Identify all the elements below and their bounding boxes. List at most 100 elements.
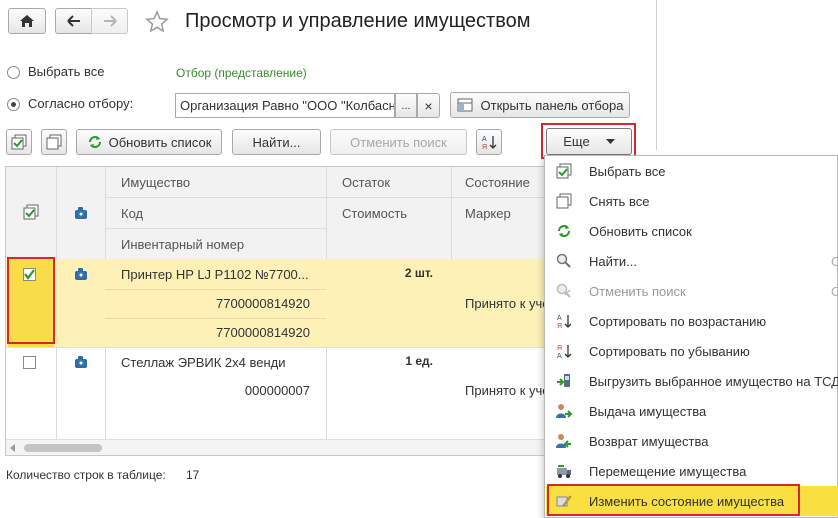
menu-item-return-property[interactable]: Возврат имущества	[546, 426, 838, 456]
filter-value-text: Организация Равно "ООО "Колбасн	[180, 98, 394, 113]
menu-item-label: Выгрузить выбранное имущество на ТСД	[589, 373, 838, 389]
table: Имущество Код Инвентарный номер Остаток …	[5, 166, 550, 456]
refresh-icon	[558, 225, 570, 237]
menu-item-label: Сортировать по возрастанию	[589, 313, 767, 329]
svg-text:А: А	[557, 315, 562, 322]
row-property-name[interactable]: Принтер HP LJ P1102 №7700...	[121, 267, 321, 282]
filter-panel-icon	[457, 98, 473, 112]
forward-button[interactable]	[91, 8, 128, 34]
back-button[interactable]	[55, 8, 92, 34]
arrow-left-icon	[66, 15, 80, 27]
uncheck-all-button[interactable]	[41, 129, 67, 155]
header-check-icon[interactable]	[23, 204, 39, 220]
refresh-label: Обновить список	[108, 134, 212, 150]
home-button[interactable]	[8, 8, 46, 34]
menu-item-label: Найти...	[589, 253, 637, 269]
select-all-icon	[556, 163, 572, 179]
favorite-star-icon[interactable]	[145, 10, 169, 34]
svg-text:Я: Я	[557, 323, 562, 329]
menu-item-find[interactable]: Найти... C	[546, 246, 838, 276]
header-balance[interactable]: Остаток	[342, 175, 390, 190]
filter-choose-button[interactable]: ...	[395, 93, 417, 118]
row-code: 000000007	[244, 383, 310, 398]
menu-item-shortcut: C	[831, 283, 838, 299]
more-button-highlight	[541, 123, 636, 159]
clear-icon: ×	[424, 97, 433, 114]
horizontal-scrollbar[interactable]	[6, 439, 549, 455]
by-filter-radio[interactable]	[7, 98, 20, 111]
menu-item-deselect-all[interactable]: Снять все	[546, 186, 838, 216]
move-property-icon	[557, 465, 571, 478]
cancel-search-icon	[556, 283, 571, 298]
menu-item-label: Снять все	[589, 193, 650, 209]
export-tsd-icon	[557, 374, 570, 387]
filter-clear-button[interactable]: ×	[417, 93, 440, 118]
sort-asc-icon: АЯ	[557, 315, 572, 329]
row-marker: Принято к уче	[465, 296, 550, 311]
menu-item-sort-asc[interactable]: АЯ Сортировать по возрастанию	[546, 306, 838, 336]
deselect-all-icon	[46, 134, 62, 150]
row-checkbox[interactable]	[23, 356, 36, 369]
menu-item-cancel-search[interactable]: Отменить поиск C	[546, 276, 838, 306]
menu-item-export-tsd[interactable]: Выгрузить выбранное имущество на ТСД	[546, 366, 838, 396]
search-icon	[556, 253, 571, 268]
row-balance: 1 ед.	[405, 354, 433, 368]
photo-icon	[75, 268, 87, 280]
header-marker[interactable]: Маркер	[465, 206, 511, 221]
select-all-label[interactable]: Выбрать все	[28, 64, 104, 79]
header-state[interactable]: Состояние	[465, 175, 530, 190]
row-sep	[6, 347, 549, 348]
cancel-search-button[interactable]: Отменить поиск	[330, 129, 467, 155]
header-inventory-number[interactable]: Инвентарный номер	[121, 237, 244, 252]
row-inventory-number: 7700000814920	[216, 325, 310, 340]
menu-item-highlight	[547, 484, 800, 516]
rows-count-label: Количество строк в таблице:	[6, 468, 166, 482]
header-code[interactable]: Код	[121, 206, 143, 221]
cancel-search-label: Отменить поиск	[350, 134, 447, 150]
menu-item-sort-desc[interactable]: ЯА Сортировать по убыванию	[546, 336, 838, 366]
menu-item-label: Сортировать по убыванию	[589, 343, 750, 359]
menu-item-label: Отменить поиск	[589, 283, 686, 299]
open-filter-panel-label: Открыть панель отбора	[480, 97, 624, 113]
row-marker: Принято к уче	[465, 383, 550, 398]
row-property-name[interactable]: Стеллаж ЭРВИК 2х4 венди	[121, 355, 321, 370]
refresh-button[interactable]: Обновить список	[76, 129, 222, 155]
sort-asc-icon: А Я	[482, 136, 497, 150]
filter-value-field[interactable]: Организация Равно "ООО "Колбасн	[175, 93, 395, 118]
home-icon	[20, 15, 34, 27]
return-property-icon	[556, 434, 571, 448]
open-filter-panel-button[interactable]: Открыть панель отбора	[450, 92, 630, 118]
menu-item-shortcut: C	[831, 253, 838, 269]
scroll-left-arrow[interactable]	[10, 444, 15, 452]
filter-link[interactable]: Отбор (представление)	[176, 66, 307, 80]
scrollbar-thumb[interactable]	[24, 444, 102, 452]
deselect-all-icon	[556, 193, 572, 209]
menu-item-refresh[interactable]: Обновить список	[546, 216, 838, 246]
menu-item-label: Перемещение имущества	[589, 463, 747, 479]
row-code: 7700000814920	[216, 296, 310, 311]
menu-item-label: Возврат имущества	[589, 433, 709, 449]
menu-item-label: Выдача имущества	[589, 403, 707, 419]
header-cost[interactable]: Стоимость	[342, 206, 407, 221]
row-sep	[105, 228, 326, 229]
find-button[interactable]: Найти...	[232, 129, 321, 155]
row-sep	[105, 197, 549, 198]
header-photo-icon	[75, 207, 87, 219]
svg-text:Я: Я	[557, 345, 562, 352]
svg-text:А: А	[557, 353, 562, 359]
sort-button[interactable]: А Я	[476, 129, 502, 155]
header-property[interactable]: Имущество	[121, 175, 190, 190]
by-filter-label[interactable]: Согласно отбору:	[28, 96, 133, 111]
find-label: Найти...	[252, 134, 301, 150]
menu-item-select-all[interactable]: Выбрать все	[546, 156, 838, 186]
menu-item-move-property[interactable]: Перемещение имущества	[546, 456, 838, 486]
menu-item-label: Обновить список	[589, 223, 692, 239]
select-all-radio[interactable]	[7, 66, 20, 79]
form-border	[656, 0, 657, 150]
menu-item-issue-property[interactable]: Выдача имущества	[546, 396, 838, 426]
ellipsis-label: ...	[401, 99, 411, 112]
checkbox-highlight	[7, 257, 55, 344]
sort-desc-icon: ЯА	[557, 345, 572, 359]
check-all-button[interactable]	[6, 129, 32, 155]
refresh-icon	[88, 136, 101, 148]
